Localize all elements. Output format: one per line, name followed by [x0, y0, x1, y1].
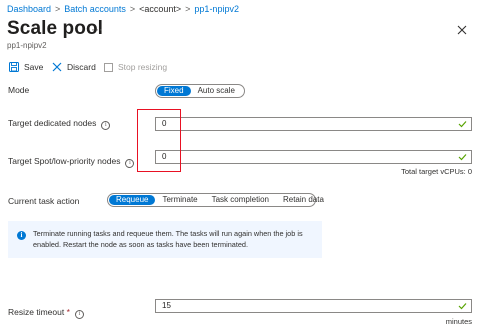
total-vcpus-text: Total target vCPUs: 0	[401, 167, 472, 176]
info-message-bar: i Terminate running tasks and requeue th…	[8, 221, 322, 258]
breadcrumb-separator: >	[55, 4, 61, 14]
info-icon[interactable]: i	[101, 121, 111, 130]
resize-timeout-value: 15	[162, 301, 171, 310]
stop-resizing-button[interactable]: Stop resizing	[104, 60, 167, 74]
required-marker: *	[66, 307, 70, 317]
task-action-option-requeue[interactable]: Requeue	[109, 195, 156, 205]
target-spot-input[interactable]: 0	[155, 150, 472, 164]
check-icon	[458, 303, 467, 310]
close-icon[interactable]	[456, 24, 468, 36]
breadcrumb-separator: >	[129, 4, 136, 14]
breadcrumb: Dashboard > Batch accounts > <account> > pp1-n…	[7, 4, 239, 14]
discard-button[interactable]: Discard	[52, 60, 96, 74]
target-dedicated-label: Target dedicated nodes	[8, 118, 97, 128]
task-action-option-terminate[interactable]: Terminate	[155, 195, 204, 205]
breadcrumb-account[interactable]: <account>	[139, 4, 181, 14]
page-title: Scale pool	[7, 18, 104, 39]
mode-option-auto-scale[interactable]: Auto scale	[191, 86, 242, 96]
info-icon: i	[17, 231, 26, 240]
current-task-action-label: Current task action	[8, 196, 80, 206]
resize-timeout-label-row: Resize timeout * i	[8, 307, 84, 319]
highlight-box	[137, 109, 181, 172]
breadcrumb-batch-accounts[interactable]: Batch accounts	[64, 4, 126, 14]
task-action-option-retain-data[interactable]: Retain data	[276, 195, 331, 205]
target-spot-label: Target Spot/low-priority nodes	[8, 156, 121, 166]
mode-toggle: Fixed Auto scale	[155, 84, 245, 98]
save-icon	[9, 62, 19, 72]
target-spot-label-row: Target Spot/low-priority nodes i	[8, 156, 135, 168]
save-label: Save	[24, 62, 44, 72]
mode-label: Mode	[8, 85, 30, 95]
page-subtitle: pp1-npipv2	[7, 41, 47, 50]
breadcrumb-pool[interactable]: pp1-npipv2	[194, 4, 239, 14]
check-icon	[458, 154, 467, 161]
save-button[interactable]: Save	[9, 60, 43, 74]
stop-icon	[104, 62, 113, 72]
info-icon[interactable]: i	[74, 310, 84, 319]
discard-icon	[52, 62, 62, 72]
info-message-text: Terminate running tasks and requeue them…	[33, 229, 303, 249]
resize-timeout-unit: minutes	[445, 317, 472, 326]
more-options-icon[interactable]: ···	[91, 22, 103, 36]
breadcrumb-separator: >	[185, 4, 191, 14]
check-icon	[458, 121, 467, 128]
target-dedicated-label-row: Target dedicated nodes i	[8, 118, 111, 130]
breadcrumb-dashboard[interactable]: Dashboard	[7, 4, 51, 14]
mode-option-fixed[interactable]: Fixed	[157, 86, 191, 96]
resize-timeout-label: Resize timeout	[8, 307, 65, 317]
task-action-option-task-completion[interactable]: Task completion	[205, 195, 276, 205]
resize-timeout-input[interactable]: 15	[155, 299, 472, 313]
target-dedicated-input[interactable]: 0	[155, 117, 472, 131]
stop-resizing-label: Stop resizing	[118, 62, 168, 72]
discard-label: Discard	[67, 62, 96, 72]
info-icon[interactable]: i	[125, 159, 135, 168]
task-action-toggle: Requeue Terminate Task completion Retain…	[107, 193, 324, 207]
